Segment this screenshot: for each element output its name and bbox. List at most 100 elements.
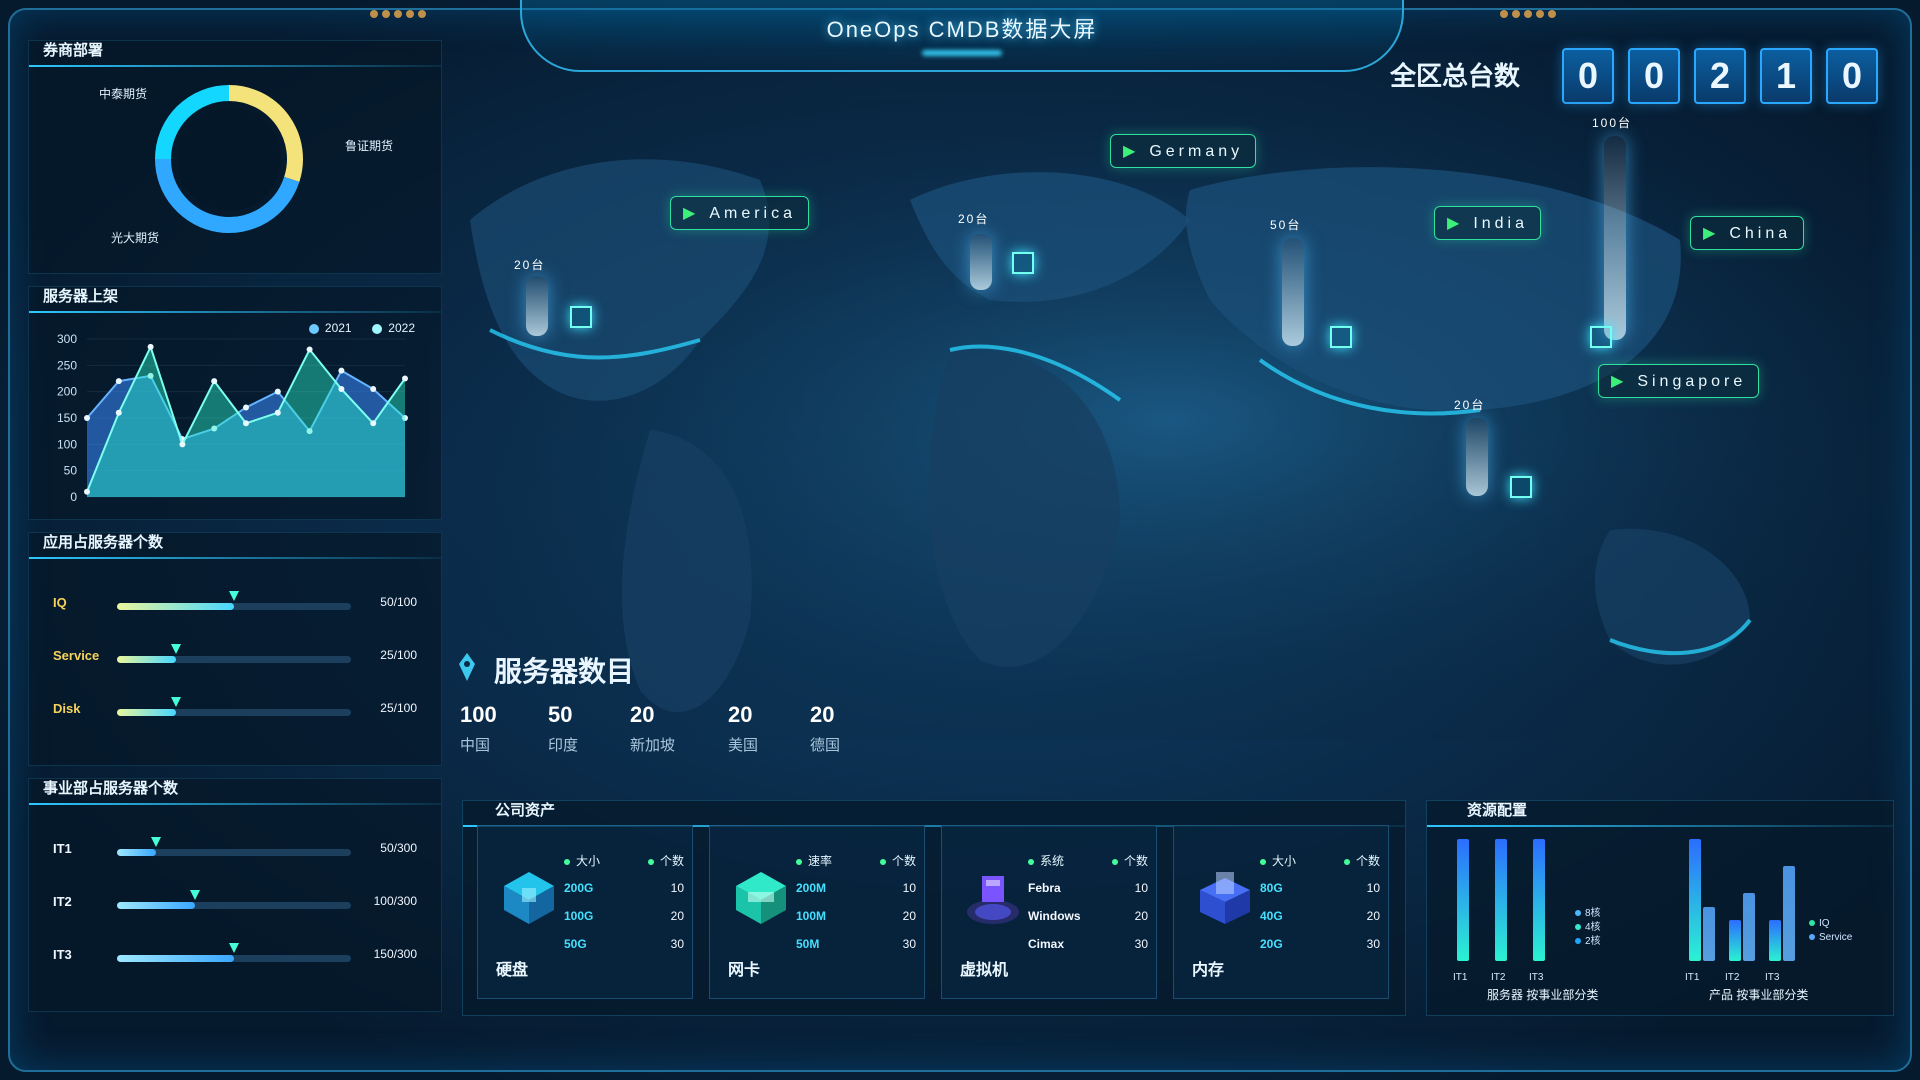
asset-header-1: 系统 xyxy=(1028,852,1064,869)
location-label-germany[interactable]: ▶ Germany xyxy=(1110,134,1257,168)
asset-header-2: 个数 xyxy=(1343,852,1380,869)
resource-bar xyxy=(1457,839,1469,961)
pillar-india xyxy=(1282,238,1304,346)
asset-header-1: 速率 xyxy=(796,852,832,869)
asset-card-memory[interactable]: 大小 个数 80G 10 40G 20 20G 30 内存 xyxy=(1173,825,1389,999)
row-label: Service xyxy=(53,648,100,663)
server-stat: 20 美国 xyxy=(728,702,758,755)
pillar-china xyxy=(1604,136,1626,340)
world-map-svg xyxy=(430,100,1910,740)
row-value: 25/100 xyxy=(380,648,417,662)
y-tick-label: 300 xyxy=(57,332,77,346)
progress-marker xyxy=(229,591,239,601)
location-node[interactable] xyxy=(1012,252,1034,274)
progress-fill xyxy=(117,709,176,716)
y-tick-label: 250 xyxy=(57,358,77,372)
resource-left-tick: IT1 xyxy=(1453,972,1468,983)
asset-header-2: 个数 xyxy=(1111,852,1148,869)
row-value: 50/100 xyxy=(380,595,417,609)
dept-servers-title: 事业部占服务器个数 xyxy=(43,780,179,797)
donut-label: 光大期货 xyxy=(111,231,160,245)
asset-card-nic[interactable]: 速率 个数 200M 10 100M 20 50M 30 网卡 xyxy=(709,825,925,999)
world-map[interactable]: ▶ America ▶ Germany ▶ India ▶ China ▶ Singapo… xyxy=(430,100,1910,740)
total-digit: 1 xyxy=(1760,48,1812,104)
servers-online-legend: 2021 2022 xyxy=(308,321,415,335)
total-digit: 0 xyxy=(1628,48,1680,104)
app-row-service: Service 25/100 xyxy=(53,644,417,672)
header-dots-left xyxy=(370,10,426,18)
progress-marker xyxy=(151,837,161,847)
resource-bar xyxy=(1769,920,1781,961)
server-stat-number: 50 xyxy=(548,702,573,727)
dept-row-it2: IT2 100/300 xyxy=(53,890,417,918)
donut-label: 中泰期货 xyxy=(99,87,148,101)
server-stat-number: 20 xyxy=(810,702,835,727)
data-point xyxy=(115,409,122,416)
dept-row-it3: IT3 150/300 xyxy=(53,943,417,971)
progress-marker xyxy=(171,644,181,654)
data-point xyxy=(274,388,281,395)
server-count-title: 服务器数目 xyxy=(494,656,635,687)
resource-right-tick: IT1 xyxy=(1685,972,1700,983)
virtual-machine-icon xyxy=(967,876,1019,924)
app-servers-panel: 应用占服务器个数 IQ 50/100 Service 25/100 Disk 2… xyxy=(28,532,442,766)
data-point xyxy=(306,346,313,353)
pillar-germany xyxy=(970,234,992,290)
asset-row: 200M 10 xyxy=(796,881,916,895)
pillar-singapore xyxy=(1466,418,1488,496)
location-label-singapore[interactable]: ▶ Singapore xyxy=(1598,364,1760,398)
row-value: 50/300 xyxy=(380,841,417,855)
location-label-china[interactable]: ▶ China xyxy=(1690,216,1805,250)
y-tick-label: 100 xyxy=(57,437,77,451)
location-node[interactable] xyxy=(570,306,592,328)
progress-track xyxy=(117,697,351,716)
progress-marker xyxy=(190,890,200,900)
location-node[interactable] xyxy=(1590,326,1612,348)
progress-track xyxy=(117,837,351,856)
y-tick-label: 150 xyxy=(57,411,77,425)
asset-header-2: 个数 xyxy=(647,852,684,869)
resource-bar xyxy=(1533,839,1545,961)
data-point xyxy=(370,386,377,393)
location-label-india[interactable]: ▶ India xyxy=(1434,206,1542,240)
asset-header-2: 个数 xyxy=(879,852,916,869)
location-name: China xyxy=(1729,225,1792,242)
location-node[interactable] xyxy=(1510,476,1532,498)
asset-row: Febra 10 xyxy=(1028,881,1148,895)
server-stat-country: 印度 xyxy=(548,737,579,754)
resource-right-tick: IT2 xyxy=(1725,972,1740,983)
asset-card-vm[interactable]: 系统 个数 Febra 10 Windows 20 Cimax 30 虚拟机 xyxy=(941,825,1157,999)
location-label-america[interactable]: ▶ America xyxy=(670,196,809,230)
data-point xyxy=(402,375,408,382)
app-row-iq: IQ 50/100 xyxy=(53,591,417,619)
resource-panel: 资源配置 IT1 IT2 IT3 8核 4核 2核 服务器 按事业部分类 IT1… xyxy=(1426,800,1894,1016)
data-point xyxy=(147,343,154,350)
location-node[interactable] xyxy=(1330,326,1352,348)
location-name: Singapore xyxy=(1637,373,1747,390)
row-label: Disk xyxy=(53,701,81,716)
progress-fill xyxy=(117,902,195,909)
asset-table-header: 大小 个数 xyxy=(1260,852,1380,869)
pillar-tag: 100台 xyxy=(1592,116,1633,130)
asset-row: 40G 20 xyxy=(1260,909,1380,923)
play-icon: ▶ xyxy=(1123,143,1140,160)
page-title: OneOps CMDB数据大屏 xyxy=(826,17,1098,42)
pin-icon xyxy=(459,653,475,681)
asset-row: 100M 20 xyxy=(796,909,916,923)
asset-row: 50G 30 xyxy=(564,937,684,951)
asset-table: 大小 个数 80G 10 40G 20 20G 30 xyxy=(1260,852,1380,965)
row-label: IT2 xyxy=(53,894,72,909)
total-digit: 0 xyxy=(1826,48,1878,104)
progress-track xyxy=(117,890,351,909)
progress-marker xyxy=(171,697,181,707)
data-point xyxy=(338,367,345,374)
asset-card-disk[interactable]: 大小 个数 200G 10 100G 20 50G 30 硬盘 xyxy=(477,825,693,999)
resource-bar xyxy=(1783,866,1795,961)
asset-name: 内存 xyxy=(1192,962,1225,979)
progress-fill xyxy=(117,955,234,962)
asset-table-header: 系统 个数 xyxy=(1028,852,1148,869)
asset-name: 网卡 xyxy=(728,962,761,979)
location-name: India xyxy=(1473,215,1529,232)
asset-row: Cimax 30 xyxy=(1028,937,1148,951)
asset-row: 80G 10 xyxy=(1260,881,1380,895)
